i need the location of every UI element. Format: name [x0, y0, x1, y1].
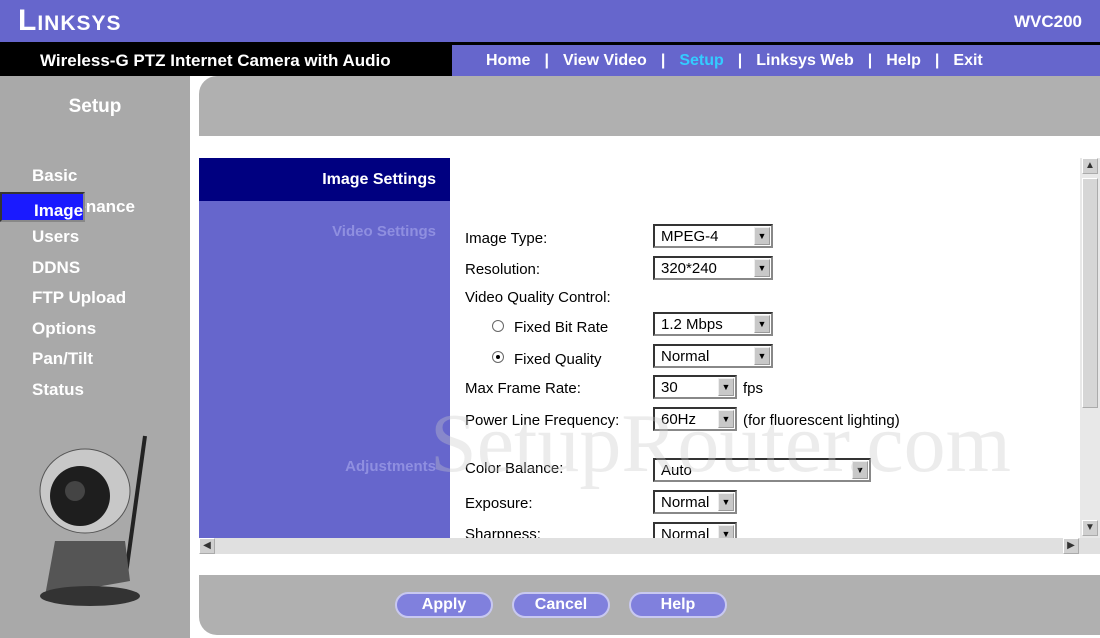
power-line-select[interactable]: 60Hz ▼ — [653, 407, 737, 431]
dropdown-arrow-icon: ▼ — [754, 315, 770, 333]
max-frame-rate-label: Max Frame Rate: — [465, 380, 581, 397]
nav-separator: | — [544, 51, 549, 69]
nav-separator: | — [867, 51, 873, 69]
sidebar-item-basic[interactable]: Basic — [0, 161, 190, 192]
image-type-select[interactable]: MPEG-4 ▼ — [653, 224, 773, 248]
power-line-value: 60Hz — [661, 411, 697, 428]
bit-rate-value: 1.2 Mbps — [661, 316, 723, 333]
nav-exit[interactable]: Exit — [953, 52, 982, 70]
video-settings-label: Video Settings — [332, 223, 436, 240]
color-balance-label: Color Balance: — [465, 460, 564, 477]
dropdown-arrow-icon: ▼ — [754, 347, 770, 365]
nav-help[interactable]: Help — [886, 52, 921, 70]
image-settings-form: Image Type: MPEG-4 ▼ Resolution: 320*240 ▼… — [450, 158, 1080, 538]
dropdown-arrow-icon: ▼ — [852, 461, 868, 479]
horizontal-scrollbar[interactable]: ◀ ▶ — [199, 538, 1100, 554]
help-button[interactable]: Help — [629, 592, 727, 618]
product-name: Wireless-G PTZ Internet Camera with Audi… — [0, 42, 452, 76]
resolution-label: Resolution: — [465, 261, 541, 278]
image-type-label: Image Type: — [465, 230, 548, 247]
resolution-value: 320*240 — [661, 260, 717, 277]
sidebar-item-options[interactable]: Options — [0, 314, 190, 345]
dropdown-arrow-icon: ▼ — [718, 410, 734, 428]
scroll-left-icon[interactable]: ◀ — [199, 538, 215, 554]
exposure-value: Normal — [661, 494, 710, 511]
top-nav: Home | View Video | Setup | Linksys Web | He… — [452, 42, 1100, 76]
scroll-down-icon[interactable]: ▼ — [1082, 520, 1098, 536]
exposure-select[interactable]: Normal ▼ — [653, 490, 737, 514]
scroll-up-icon[interactable]: ▲ — [1082, 158, 1098, 174]
section-title: Image Settings — [199, 158, 450, 201]
fixed-bit-rate-label: Fixed Bit Rate — [514, 319, 609, 336]
nav-linksys-web[interactable]: Linksys Web — [756, 52, 854, 70]
fixed-quality-radio[interactable] — [492, 351, 504, 363]
dropdown-arrow-icon: ▼ — [754, 259, 770, 277]
vertical-scrollbar[interactable]: ▲ ▼ — [1080, 158, 1100, 538]
sidebar-item-image[interactable]: Image — [0, 191, 86, 222]
sidebar: Setup Basic Image Maintenance Users DDNS… — [0, 76, 190, 638]
fixed-bit-rate-radio[interactable] — [492, 320, 504, 332]
power-line-frequency-label: Power Line Frequency: — [465, 412, 620, 429]
nav-home[interactable]: Home — [486, 52, 530, 70]
camera-image — [39, 435, 147, 606]
frame-rate-value: 30 — [661, 379, 678, 396]
quality-select[interactable]: Normal ▼ — [653, 344, 773, 368]
sidebar-title: Setup — [68, 96, 122, 117]
color-balance-select[interactable]: Auto ▼ — [653, 458, 871, 482]
quality-value: Normal — [661, 348, 710, 365]
image-type-value: MPEG-4 — [661, 228, 719, 245]
dropdown-arrow-icon: ▼ — [718, 525, 734, 538]
linksys-logo: Linksys — [18, 4, 122, 37]
cancel-button[interactable]: Cancel — [512, 592, 610, 618]
scroll-right-icon[interactable]: ▶ — [1063, 538, 1079, 554]
fixed-quality-label: Fixed Quality — [514, 351, 602, 368]
sidebar-item-users[interactable]: Users — [0, 222, 190, 253]
nav-view-video[interactable]: View Video — [563, 52, 647, 70]
fps-unit: fps — [743, 380, 764, 397]
dropdown-arrow-icon: ▼ — [718, 493, 734, 511]
dropdown-arrow-icon: ▼ — [718, 378, 734, 396]
sharpness-value: Normal — [661, 526, 710, 538]
dropdown-arrow-icon: ▼ — [754, 227, 770, 245]
nav-setup[interactable]: Setup — [679, 52, 723, 70]
sidebar-item-pan-tilt[interactable]: Pan/Tilt — [0, 344, 190, 375]
adjustments-label: Adjustments — [345, 458, 436, 475]
nav-separator: | — [660, 51, 666, 69]
scroll-thumb[interactable] — [1082, 178, 1098, 408]
nav-separator: | — [737, 51, 743, 69]
top-banner: Linksys WVC200 — [0, 0, 1100, 42]
apply-button[interactable]: Apply — [395, 592, 493, 618]
exposure-label: Exposure: — [465, 495, 533, 512]
color-balance-value: Auto — [661, 462, 692, 479]
sharpness-label: Sharpness: — [465, 526, 541, 538]
video-quality-control-label: Video Quality Control: — [465, 289, 611, 306]
sidebar-item-ftp-upload[interactable]: FTP Upload — [0, 283, 190, 314]
resolution-select[interactable]: 320*240 ▼ — [653, 256, 773, 280]
section-column: Video Settings Adjustments — [199, 158, 450, 538]
power-line-note: (for fluorescent lighting) — [743, 412, 900, 429]
sharpness-select[interactable]: Normal ▼ — [653, 522, 737, 538]
sidebar-item-ddns[interactable]: DDNS — [0, 253, 190, 284]
bit-rate-select[interactable]: 1.2 Mbps ▼ — [653, 312, 773, 336]
footer-panel: Apply Cancel Help — [199, 575, 1100, 635]
sidebar-item-status[interactable]: Status — [0, 375, 190, 406]
nav-separator: | — [934, 51, 940, 69]
header-panel — [199, 76, 1100, 136]
frame-rate-select[interactable]: 30 ▼ — [653, 375, 737, 399]
model-name: WVC200 — [1013, 12, 1082, 31]
